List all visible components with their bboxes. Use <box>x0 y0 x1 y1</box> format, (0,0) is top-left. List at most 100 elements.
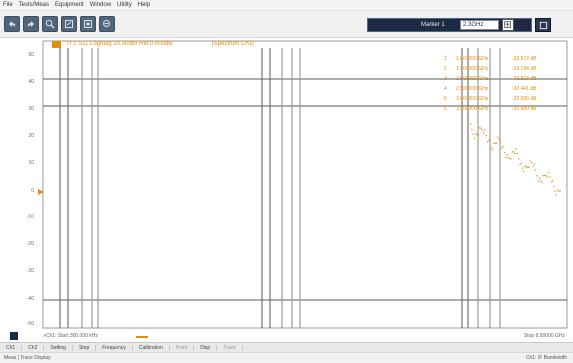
trace-point <box>516 152 518 155</box>
menu-window[interactable]: Window <box>90 2 111 8</box>
trace-point <box>557 189 559 191</box>
start-frequency[interactable]: >Ch1: Start 300.000 kHz <box>43 333 98 339</box>
trace-point <box>498 138 500 140</box>
y-tick-label: -30 <box>26 268 34 274</box>
redo-icon <box>27 21 34 27</box>
marker-search-button[interactable] <box>99 16 115 32</box>
channel-indicator-icon[interactable] <box>10 332 18 340</box>
trace-point <box>525 166 528 168</box>
trace-point <box>488 139 490 141</box>
trace-point <box>542 175 544 177</box>
marker-row[interactable]: 4 2.500000 GHz -32.441 dB <box>444 84 536 94</box>
y-tick-label: -20 <box>26 241 34 247</box>
trace-point <box>471 128 473 130</box>
trace-point <box>535 169 537 171</box>
trace-point <box>502 146 504 148</box>
zoom-out-icon <box>65 20 73 28</box>
y-tick-label: 40 <box>28 79 34 85</box>
trace-point <box>479 127 481 129</box>
tab-frequency[interactable]: Frequency <box>96 344 133 351</box>
status-left: Meas | Trace Display <box>4 355 51 361</box>
trace-point <box>473 137 476 139</box>
trace-point <box>475 133 477 135</box>
trace-point <box>527 166 529 168</box>
trace-point <box>486 141 489 143</box>
tab-stop[interactable]: Stop <box>73 344 97 351</box>
trace-point <box>548 172 550 174</box>
start-marker-bar <box>136 336 148 338</box>
menu-bar: File Tests/Meas Equipment Window Utility… <box>0 0 573 11</box>
trace-point <box>494 142 496 144</box>
trace-point <box>518 158 520 160</box>
marker-panel: Marker 1 2.3GHz <box>367 18 551 32</box>
trace-plot[interactable]: Tr 1 S11 LogMag 10.00dB/ Ref 0.000dB [Sp… <box>0 38 573 330</box>
y-tick-label: 50 <box>28 52 34 58</box>
status-bar: Meas | Trace Display Ch1: IF Bandwidth <box>0 352 573 363</box>
grid-view-button[interactable] <box>535 18 551 32</box>
trace-point <box>480 127 482 129</box>
trace-point <box>520 162 522 164</box>
zoom-out-button[interactable] <box>61 16 77 32</box>
undo-button[interactable] <box>4 16 20 32</box>
marker-label: Marker 1 <box>421 22 445 28</box>
trace-point <box>477 134 479 136</box>
y-tick-label: 20 <box>28 133 34 139</box>
marker-row[interactable]: 3 2.000000 GHz -32.818 dB <box>444 74 536 84</box>
status-right: Ch1: IF Bandwidth <box>525 355 567 361</box>
trace-point <box>551 180 554 182</box>
marker-row[interactable]: 2 1.500000 GHz -33.194 dB <box>444 64 536 74</box>
tab-ch1[interactable]: Ch1 <box>0 344 23 351</box>
trace-point <box>555 194 557 196</box>
menu-help[interactable]: Help <box>138 2 150 8</box>
trace-point <box>503 151 505 154</box>
calculator-icon <box>504 21 511 28</box>
trace-point <box>481 129 483 131</box>
trace-point <box>546 176 548 178</box>
marker-row[interactable]: 6 3.500000 GHz -31.689 dB <box>444 104 536 114</box>
menu-utility[interactable]: Utility <box>117 2 132 8</box>
tab-ch2[interactable]: Ch2 <box>22 344 45 351</box>
y-tick-label: -50 <box>26 321 34 327</box>
trace-point <box>511 151 513 153</box>
trace-point <box>532 165 534 167</box>
menu-equipment[interactable]: Equipment <box>55 2 84 8</box>
y-tick-label: 0 <box>31 188 34 194</box>
tab-setting[interactable]: Setting <box>44 344 73 351</box>
tab-point[interactable]: Point <box>170 344 195 351</box>
trace-point <box>533 163 535 165</box>
trace-point <box>529 160 531 162</box>
grid-icon <box>539 21 547 29</box>
marker-search-icon <box>103 20 110 27</box>
trace-point <box>553 185 555 188</box>
trace-point <box>558 190 560 192</box>
trace-flag[interactable] <box>52 41 61 48</box>
trace-point <box>507 156 509 158</box>
tab-disp[interactable]: Disp <box>194 344 218 351</box>
trace-title[interactable]: Tr 1 S11 LogMag 10.00dB/ Ref 0.000dB <box>66 41 172 47</box>
marker-row[interactable]: 5 3.000000 GHz -32.066 dB <box>444 94 536 104</box>
redo-button[interactable] <box>23 16 39 32</box>
tab-calibration[interactable]: Calibration <box>133 344 170 351</box>
menu-file[interactable]: File <box>3 2 13 8</box>
calculator-button[interactable] <box>502 19 514 31</box>
trace-point <box>540 180 542 182</box>
trace-point <box>524 165 526 167</box>
trace-point <box>484 129 486 131</box>
marker-value-input[interactable]: 2.3GHz <box>460 20 499 30</box>
marker-table: 1 1.000000 GHz -33.572 dB 2 1.500000 GHz… <box>444 54 536 114</box>
trace-point <box>544 175 546 177</box>
zoom-fit-button[interactable] <box>80 16 96 32</box>
marker-row[interactable]: 1 1.000000 GHz -33.572 dB <box>444 54 536 64</box>
trace-tag: [Spectrum Ch1] <box>212 41 254 47</box>
trace-point <box>522 167 524 169</box>
zoom-in-button[interactable] <box>42 16 58 32</box>
stop-frequency[interactable]: Stop 8.50000 GHz <box>524 333 565 339</box>
tab-trace[interactable]: Trace <box>217 344 243 351</box>
trace-point <box>493 142 495 144</box>
menu-tests-meas[interactable]: Tests/Meas <box>19 2 49 8</box>
trace-point <box>531 162 533 164</box>
zoom-fit-icon <box>84 20 92 28</box>
trace-series <box>470 123 561 196</box>
trace-point <box>489 144 491 146</box>
trace-point <box>496 142 498 144</box>
